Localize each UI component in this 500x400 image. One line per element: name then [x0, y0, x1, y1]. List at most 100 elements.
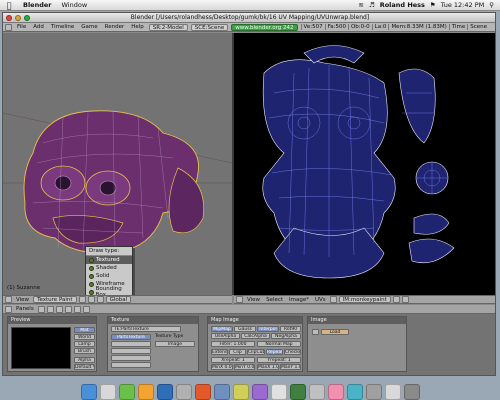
volume-icon[interactable]: ♬ — [369, 1, 375, 9]
editor-type-icon[interactable] — [5, 296, 12, 303]
mipmap-toggle[interactable]: MipMap — [211, 326, 233, 332]
draw-type-textured[interactable]: Textured — [86, 256, 132, 264]
yrepeat-field[interactable]: Yrepeat: 1 — [257, 357, 301, 363]
image-browse-button[interactable] — [312, 329, 319, 335]
3d-view-menu[interactable]: View — [14, 297, 31, 303]
object-context-icon[interactable] — [64, 305, 72, 313]
menu-render[interactable]: Render — [103, 24, 127, 30]
texture-slot-4[interactable] — [111, 355, 151, 361]
scene-selector[interactable]: SCE:Scene — [190, 23, 229, 31]
draw-type-solid[interactable]: Solid — [86, 272, 132, 280]
spotlight-icon[interactable]: ⚲ — [489, 1, 494, 9]
logic-context-icon[interactable] — [37, 305, 45, 313]
maxy-field[interactable]: MaxY 1.000 — [280, 364, 301, 370]
draw-type-shaded[interactable]: Shaded — [86, 264, 132, 272]
uv-view-menu[interactable]: View — [245, 297, 262, 303]
miny-field[interactable]: MinY 0.000 — [234, 364, 255, 370]
dock-app-icon[interactable] — [213, 384, 230, 400]
dock-app-icon[interactable] — [384, 384, 401, 400]
preview-alpha-button[interactable]: Alpha — [74, 357, 95, 363]
buttons-editor-type-icon[interactable] — [5, 305, 12, 313]
orientation-selector[interactable]: Global — [105, 296, 132, 303]
shading-context-icon[interactable] — [55, 305, 63, 313]
scene-context-icon[interactable] — [82, 305, 90, 313]
interpol-toggle[interactable]: Interpol — [257, 326, 279, 332]
dock-app-icon[interactable] — [270, 384, 287, 400]
preview-brush-button[interactable]: Brush — [74, 348, 95, 354]
panels-menu[interactable]: Panels — [14, 306, 36, 312]
extend-button[interactable]: Extend — [211, 349, 228, 355]
preview-lamp-button[interactable]: Lamp — [74, 341, 95, 347]
clip-button[interactable]: Clip — [229, 349, 246, 355]
uv-uvs-menu[interactable]: UVs — [313, 297, 328, 303]
image-name-field[interactable]: IM:monkeypaint — [338, 296, 391, 303]
preview-default-vars-button[interactable]: Default Vars — [74, 364, 95, 370]
gauss-toggle[interactable]: Gauss — [234, 326, 256, 332]
close-window-button[interactable] — [6, 14, 12, 21]
preview-mat-button[interactable]: Mat — [74, 327, 95, 333]
dock-app-icon[interactable] — [327, 384, 344, 400]
draw-type-bounding-box[interactable]: Bounding Box — [86, 286, 132, 295]
dock-app-icon[interactable] — [175, 384, 192, 400]
minimize-window-button[interactable] — [15, 14, 21, 21]
screen-selector[interactable]: SR:2-Model — [148, 23, 188, 31]
clock[interactable]: Tue 12:42 PM — [441, 1, 485, 9]
pivot-icon[interactable] — [87, 296, 95, 303]
texture-slot-active[interactable]: PartsTexture — [111, 334, 151, 340]
dock-app-icon[interactable] — [365, 384, 382, 400]
dock-app-icon[interactable] — [232, 384, 249, 400]
xrepeat-field[interactable]: Xrepeat: 1 — [211, 357, 255, 363]
neg-alpha-toggle[interactable]: NegAlpha — [271, 333, 301, 339]
pin-icon[interactable] — [392, 296, 400, 303]
blender-url-badge[interactable]: www.blender.org 242 — [231, 23, 298, 31]
dock-app-icon[interactable] — [118, 384, 135, 400]
3d-viewport[interactable]: (1) Suzanne Draw type: Textured Shaded S… — [3, 33, 232, 295]
app-menu[interactable]: Blender — [18, 1, 57, 9]
menu-help[interactable]: Help — [129, 24, 146, 30]
calc-alpha-toggle[interactable]: CalcAlpha — [241, 333, 270, 339]
texture-type-selector[interactable]: Image — [155, 341, 195, 347]
texture-slot-2[interactable] — [111, 341, 151, 347]
menu-timeline[interactable]: Timeline — [49, 24, 76, 30]
uv-image-editor[interactable] — [234, 33, 495, 295]
lock-icon[interactable] — [401, 296, 409, 303]
dock-app-icon[interactable] — [346, 384, 363, 400]
menu-file[interactable]: File — [15, 24, 28, 30]
use-alpha-toggle[interactable]: UseAlpha — [211, 333, 240, 339]
script-context-icon[interactable] — [46, 305, 54, 313]
manipulator-icon[interactable] — [96, 296, 104, 303]
image-browse-icon[interactable] — [329, 296, 337, 303]
minx-field[interactable]: MinX 0.000 — [211, 364, 233, 370]
texture-slot-3[interactable] — [111, 348, 151, 354]
editing-context-icon[interactable] — [73, 305, 81, 313]
dock-app-icon[interactable] — [289, 384, 306, 400]
menu-add[interactable]: Add — [31, 24, 46, 30]
rot90-toggle[interactable]: Rot90 — [280, 326, 301, 332]
image-load-button[interactable]: Load — [321, 329, 349, 335]
normal-map-toggle[interactable]: Normal Map — [257, 341, 301, 347]
menu-game[interactable]: Game — [79, 24, 99, 30]
clipcube-button[interactable]: ClipCube — [247, 349, 265, 355]
dock-app-icon[interactable] — [99, 384, 116, 400]
mode-selector[interactable]: Texture Paint — [33, 296, 77, 303]
checker-button[interactable]: Checker — [284, 349, 301, 355]
dock-app-icon[interactable] — [308, 384, 325, 400]
user-name[interactable]: Roland Hess — [380, 1, 425, 9]
repeat-button[interactable]: Repeat — [266, 349, 283, 355]
uv-layout[interactable] — [234, 33, 495, 295]
filter-field[interactable]: Filter: 1.000 — [211, 341, 255, 347]
flag-icon[interactable]: ⚑ — [430, 1, 436, 9]
dock-app-icon[interactable] — [194, 384, 211, 400]
uv-select-menu[interactable]: Select — [264, 297, 285, 303]
dock-app-icon[interactable] — [156, 384, 173, 400]
bluetooth-icon[interactable]: ≋ — [358, 1, 363, 9]
uv-image-menu[interactable]: Image* — [287, 297, 311, 303]
texture-slot-5[interactable] — [111, 362, 151, 368]
texture-name-field[interactable]: TE:PartsTexture — [111, 326, 181, 332]
dock-app-icon[interactable] — [137, 384, 154, 400]
dock-app-icon[interactable] — [403, 384, 420, 400]
window-type-icon[interactable] — [5, 23, 12, 31]
window-menu[interactable]: Window — [57, 1, 93, 9]
apple-menu-icon[interactable]:  — [0, 1, 18, 10]
dock-app-icon[interactable] — [80, 384, 97, 400]
